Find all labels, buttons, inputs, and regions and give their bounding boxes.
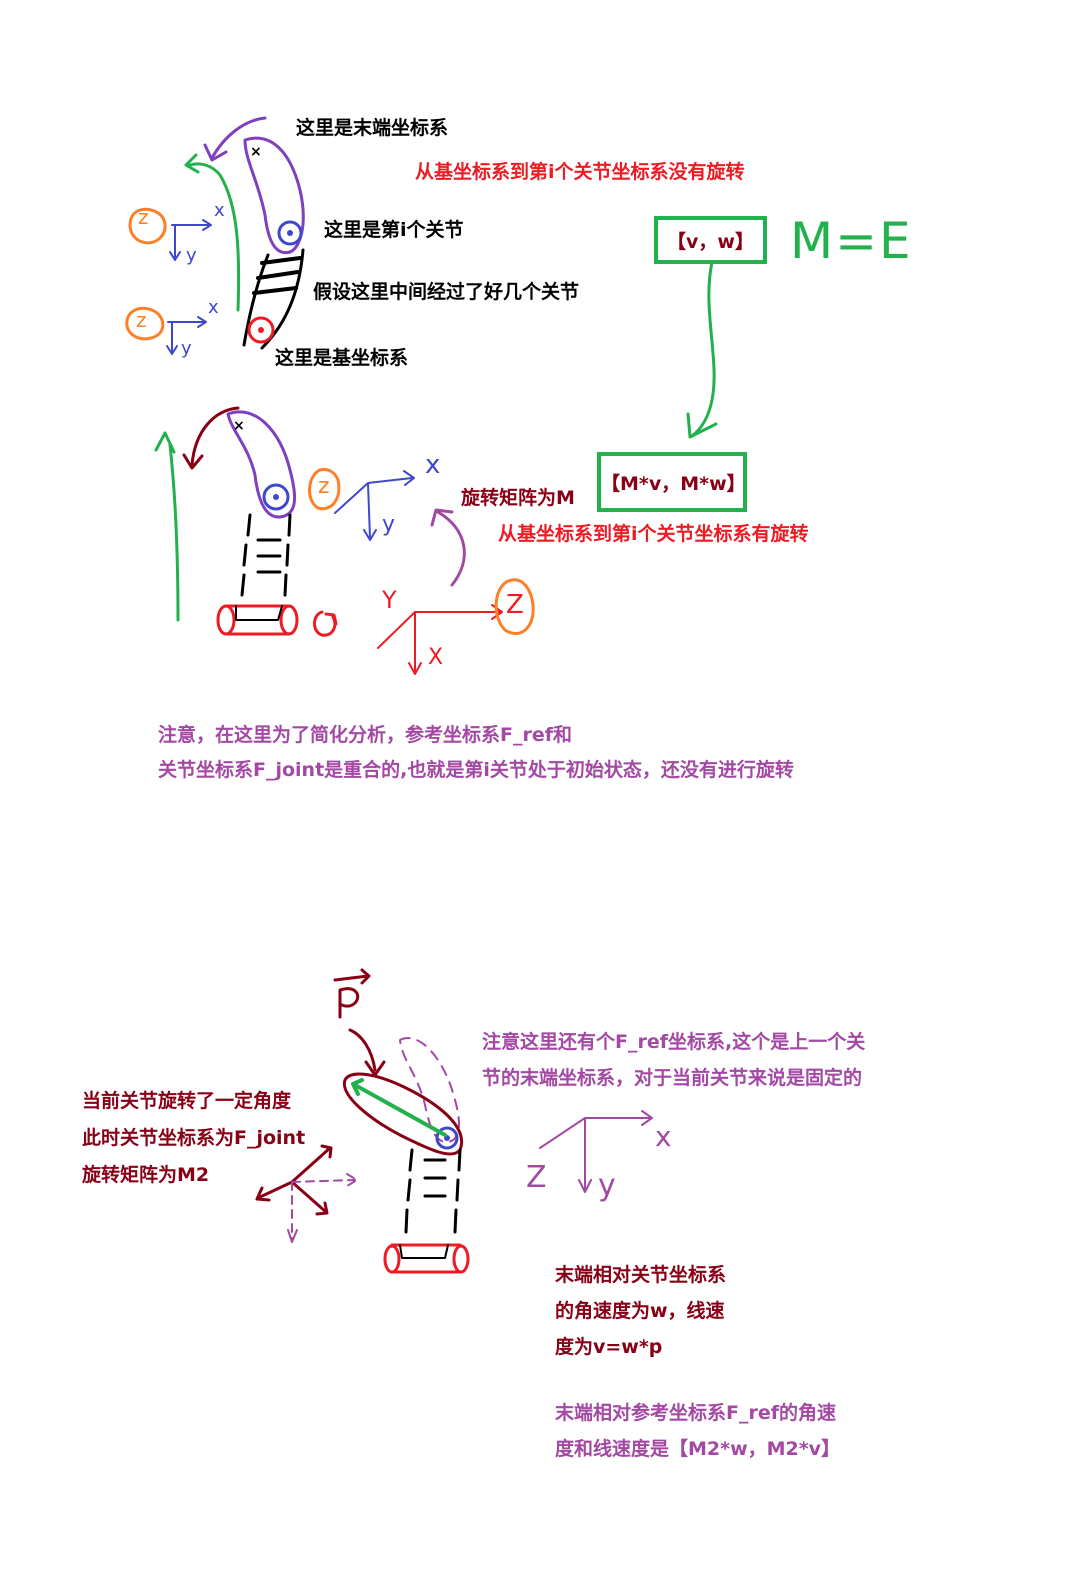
joint-rotated-line-3: 旋转矩阵为M2 bbox=[82, 1164, 210, 1186]
axis-z-label: z bbox=[136, 308, 147, 332]
axis-y-label: y bbox=[186, 245, 197, 266]
label-intermediate-joints: 假设这里中间经过了好几个关节 bbox=[313, 281, 580, 303]
axis-x-base-label: X bbox=[428, 645, 444, 670]
label-base-frame: 这里是基坐标系 bbox=[275, 347, 409, 369]
vector-p-arrow-icon bbox=[353, 1083, 447, 1137]
axis-y-label: y bbox=[598, 1168, 616, 1203]
frame-ref bbox=[539, 1110, 653, 1193]
axis-z-base-label: Z bbox=[506, 590, 524, 620]
axis-z-label: z bbox=[138, 205, 149, 229]
m-equals-e-label: M=E bbox=[790, 212, 913, 270]
axis-x-label: x bbox=[425, 450, 441, 480]
arm-top: × bbox=[184, 116, 305, 350]
label-no-rotation: 从基坐标系到第i个关节坐标系没有旋转 bbox=[415, 161, 745, 183]
axis-y-label: y bbox=[382, 512, 396, 537]
label-end-frame: 这里是末端坐标系 bbox=[296, 117, 449, 139]
label-rotation-matrix: 旋转矩阵为M bbox=[461, 487, 575, 509]
svg-text:×: × bbox=[233, 418, 245, 434]
note-line-2: 关节坐标系F_joint是重合的,也就是第i关节处于初始状态，还没有进行旋转 bbox=[158, 759, 794, 781]
axis-x-label: x bbox=[208, 297, 219, 318]
joint-rotated-line-1: 当前关节旋转了一定角度 bbox=[82, 1090, 292, 1112]
transform-arrow-icon bbox=[690, 260, 716, 438]
vector-p-symbol bbox=[333, 968, 371, 1019]
label-joint-i: 这里是第i个关节 bbox=[324, 219, 464, 241]
relative-ref-line-1: 末端相对参考坐标系F_ref的角速 bbox=[555, 1402, 837, 1424]
end-rotation-arrow-icon bbox=[190, 406, 240, 467]
diagram-canvas: × × bbox=[125, 116, 718, 1274]
green-up-arrow-icon bbox=[188, 162, 241, 312]
rotation-matrix-arrow-icon bbox=[436, 510, 466, 587]
axis-y-base-label: Y bbox=[382, 586, 397, 614]
relative-joint-line-3: 度为v=w*p bbox=[555, 1336, 663, 1358]
relative-joint-line-1: 末端相对关节坐标系 bbox=[555, 1264, 727, 1286]
note-line-1: 注意，在这里为了简化分析，参考坐标系F_ref和 bbox=[158, 724, 573, 746]
joint-rotated-line-2: 此时关节坐标系为F_joint bbox=[82, 1127, 306, 1149]
end-marker-x: × bbox=[250, 144, 262, 160]
arm-rotated: × bbox=[154, 406, 338, 637]
axis-z-label: z bbox=[318, 474, 330, 499]
velocity-box: 【v，w】 bbox=[654, 216, 767, 264]
arm-bottom bbox=[342, 1028, 470, 1274]
relative-joint-line-2: 的角速度为w，线速 bbox=[555, 1300, 725, 1322]
relative-ref-line-2: 度和线速度是【M2*w，M2*v】 bbox=[555, 1438, 841, 1460]
axis-y-label: y bbox=[181, 338, 192, 359]
rotated-velocity-box: 【M*v，M*w】 bbox=[597, 452, 747, 512]
axis-z-label: Z bbox=[526, 1160, 547, 1195]
ref-note-line-1: 注意这里还有个F_ref坐标系,这个是上一个关 bbox=[482, 1031, 866, 1053]
green-vertical-arrow-icon bbox=[168, 443, 180, 622]
label-with-rotation: 从基坐标系到第i个关节坐标系有旋转 bbox=[498, 523, 809, 545]
axis-x-label: x bbox=[655, 1120, 672, 1153]
ref-note-line-2: 节的末端坐标系，对于当前关节来说是固定的 bbox=[482, 1067, 863, 1089]
axis-x-label: x bbox=[214, 200, 225, 221]
frame-joint-rotated bbox=[255, 1144, 358, 1243]
